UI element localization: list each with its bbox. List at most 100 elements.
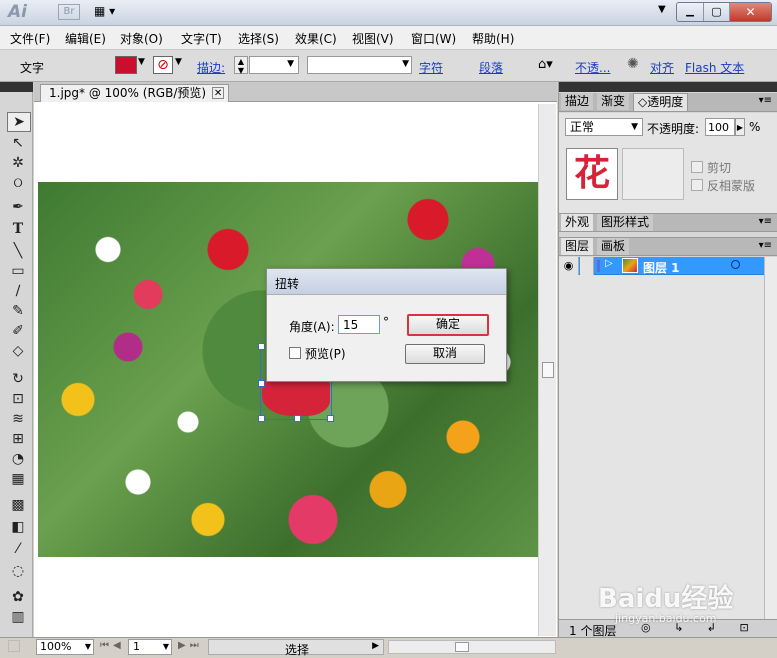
- lock-toggle[interactable]: [580, 257, 594, 275]
- cancel-button[interactable]: 取消: [405, 344, 485, 364]
- panel-grip[interactable]: [559, 82, 777, 92]
- selection-handle[interactable]: [258, 380, 265, 387]
- symbol-sprayer-tool-icon[interactable]: ✿: [7, 588, 29, 606]
- stroke-link[interactable]: 描边:: [197, 59, 225, 76]
- selection-handle[interactable]: [327, 415, 334, 422]
- type-tool-icon[interactable]: T: [7, 220, 29, 238]
- first-prev-page-icons[interactable]: ⏮◀: [100, 640, 125, 651]
- perspective-grid-tool-icon[interactable]: ▦: [7, 470, 29, 488]
- graph-tool-icon[interactable]: ▥: [7, 608, 29, 626]
- layers-scrollbar[interactable]: [764, 257, 777, 619]
- recolor-icon[interactable]: ✺: [627, 56, 639, 72]
- blend-mode-select[interactable]: 正常 ▼: [565, 118, 643, 136]
- fill-swatch[interactable]: [115, 56, 137, 74]
- shape-builder-tool-icon[interactable]: ◔: [7, 450, 29, 468]
- tab-artboards[interactable]: 画板: [597, 238, 630, 255]
- menu-edit[interactable]: 编辑(E): [65, 30, 106, 47]
- panel-menu-icon[interactable]: ▾≡: [759, 240, 772, 251]
- blob-brush-tool-icon[interactable]: ✐: [7, 322, 29, 340]
- menu-effect[interactable]: 效果(C): [295, 30, 337, 47]
- menu-type[interactable]: 文字(T): [181, 30, 222, 47]
- preview-checkbox[interactable]: [289, 347, 301, 359]
- object-thumbnail[interactable]: 花: [566, 148, 618, 200]
- rectangle-tool-icon[interactable]: ▭: [7, 262, 29, 280]
- next-last-page-icons[interactable]: ▶⏭: [178, 640, 203, 651]
- eraser-tool-icon[interactable]: ◇: [7, 342, 29, 360]
- ok-button[interactable]: 确定: [407, 314, 489, 336]
- direct-selection-tool-icon[interactable]: ↖: [7, 134, 29, 152]
- clip-checkbox[interactable]: [691, 161, 703, 173]
- paragraph-link[interactable]: 段落: [479, 59, 503, 76]
- line-tool-icon[interactable]: ╲: [7, 242, 29, 260]
- page-select[interactable]: 1 ▼: [128, 639, 172, 655]
- menu-file[interactable]: 文件(F): [10, 30, 50, 47]
- selection-tool-icon[interactable]: ➤: [7, 112, 31, 132]
- workspace-layout-icon[interactable]: ▦ ▾: [94, 4, 124, 20]
- menu-view[interactable]: 视图(V): [352, 30, 394, 47]
- bridge-button[interactable]: Br: [58, 4, 80, 20]
- angle-input[interactable]: [338, 315, 380, 334]
- align-link[interactable]: 对齐: [650, 59, 674, 76]
- hscroll-thumb[interactable]: [455, 642, 469, 652]
- warp-tool-icon[interactable]: ≋: [7, 410, 29, 428]
- panel-menu-icon[interactable]: ▾≡: [759, 216, 772, 227]
- lasso-tool-icon[interactable]: ଠ: [7, 174, 29, 192]
- horizontal-scrollbar[interactable]: [388, 640, 556, 654]
- free-transform-tool-icon[interactable]: ⊞: [7, 430, 29, 448]
- panel-menu-icon[interactable]: ▾≡: [759, 95, 772, 106]
- eye-icon[interactable]: ◉: [559, 257, 579, 275]
- tab-transparency[interactable]: ◇透明度: [633, 93, 689, 111]
- target-circle-icon[interactable]: [731, 260, 740, 269]
- menu-help[interactable]: 帮助(H): [472, 30, 514, 47]
- tab-stroke[interactable]: 描边: [561, 93, 594, 110]
- mesh-tool-icon[interactable]: ▩: [7, 496, 29, 514]
- stroke-none-icon[interactable]: ⊘: [153, 56, 173, 74]
- opentype-icon[interactable]: ⌂▾: [538, 57, 553, 72]
- pencil-tool-icon[interactable]: ✎: [7, 302, 29, 320]
- menu-window[interactable]: 窗口(W): [411, 30, 456, 47]
- gradient-tool-icon[interactable]: ◧: [7, 518, 29, 536]
- tab-graphic-styles[interactable]: 图形样式: [597, 214, 654, 231]
- menu-object[interactable]: 对象(O): [120, 30, 163, 47]
- magic-wand-tool-icon[interactable]: ✲: [7, 154, 29, 172]
- stroke-stepper[interactable]: ▲ ▼: [234, 56, 248, 75]
- blend-tool-icon[interactable]: ◌: [7, 562, 29, 580]
- paintbrush-tool-icon[interactable]: ∕: [7, 282, 29, 300]
- maximize-button[interactable]: ▢: [703, 3, 729, 21]
- status-mode-menu[interactable]: 选择 ▶: [208, 639, 384, 657]
- zoom-select[interactable]: 100% ▼: [36, 639, 94, 655]
- opacity-input[interactable]: [705, 118, 735, 136]
- mask-thumbnail[interactable]: [622, 148, 684, 200]
- pen-tool-icon[interactable]: ✒: [7, 198, 29, 216]
- tab-gradient[interactable]: 渐变: [597, 93, 630, 110]
- layer-name[interactable]: 图层 1: [643, 259, 680, 276]
- menu-select[interactable]: 选择(S): [238, 30, 279, 47]
- stroke-dropdown-icon[interactable]: ▼: [175, 57, 182, 67]
- minimize-button[interactable]: ▁: [677, 3, 703, 21]
- scrollbar-thumb[interactable]: [542, 362, 554, 378]
- vertical-scrollbar[interactable]: [538, 104, 556, 636]
- close-tab-icon[interactable]: ✕: [212, 87, 225, 99]
- flash-text-link[interactable]: Flash 文本: [685, 59, 744, 76]
- eyedropper-tool-icon[interactable]: ⁄: [7, 540, 29, 558]
- style-select[interactable]: ▼: [307, 56, 412, 74]
- expand-triangle-icon[interactable]: ▷: [605, 258, 613, 269]
- fill-dropdown-icon[interactable]: ▼: [138, 57, 145, 67]
- stroke-weight-select[interactable]: ▼: [249, 56, 299, 74]
- selection-handle[interactable]: [258, 343, 265, 350]
- document-tab[interactable]: 1.jpg* @ 100% (RGB/预览) ✕: [40, 84, 230, 102]
- character-link[interactable]: 字符: [419, 59, 443, 76]
- invert-mask-checkbox[interactable]: [691, 179, 703, 191]
- rotate-tool-icon[interactable]: ↻: [7, 370, 29, 388]
- toolbox-grip[interactable]: [0, 82, 33, 92]
- artboard-nav-icon[interactable]: [8, 640, 20, 652]
- scale-tool-icon[interactable]: ⊡: [7, 390, 29, 408]
- tab-appearance[interactable]: 外观: [561, 214, 594, 231]
- opacity-link[interactable]: 不透...: [575, 59, 610, 76]
- opacity-arrow-icon[interactable]: ▶: [735, 118, 745, 136]
- selection-handle[interactable]: [258, 415, 265, 422]
- close-button[interactable]: ✕: [729, 3, 771, 21]
- selection-handle[interactable]: [294, 415, 301, 422]
- workspace-dropdown-icon[interactable]: ▼: [658, 4, 666, 15]
- layer-row[interactable]: ◉ ▷ 图层 1: [559, 257, 764, 275]
